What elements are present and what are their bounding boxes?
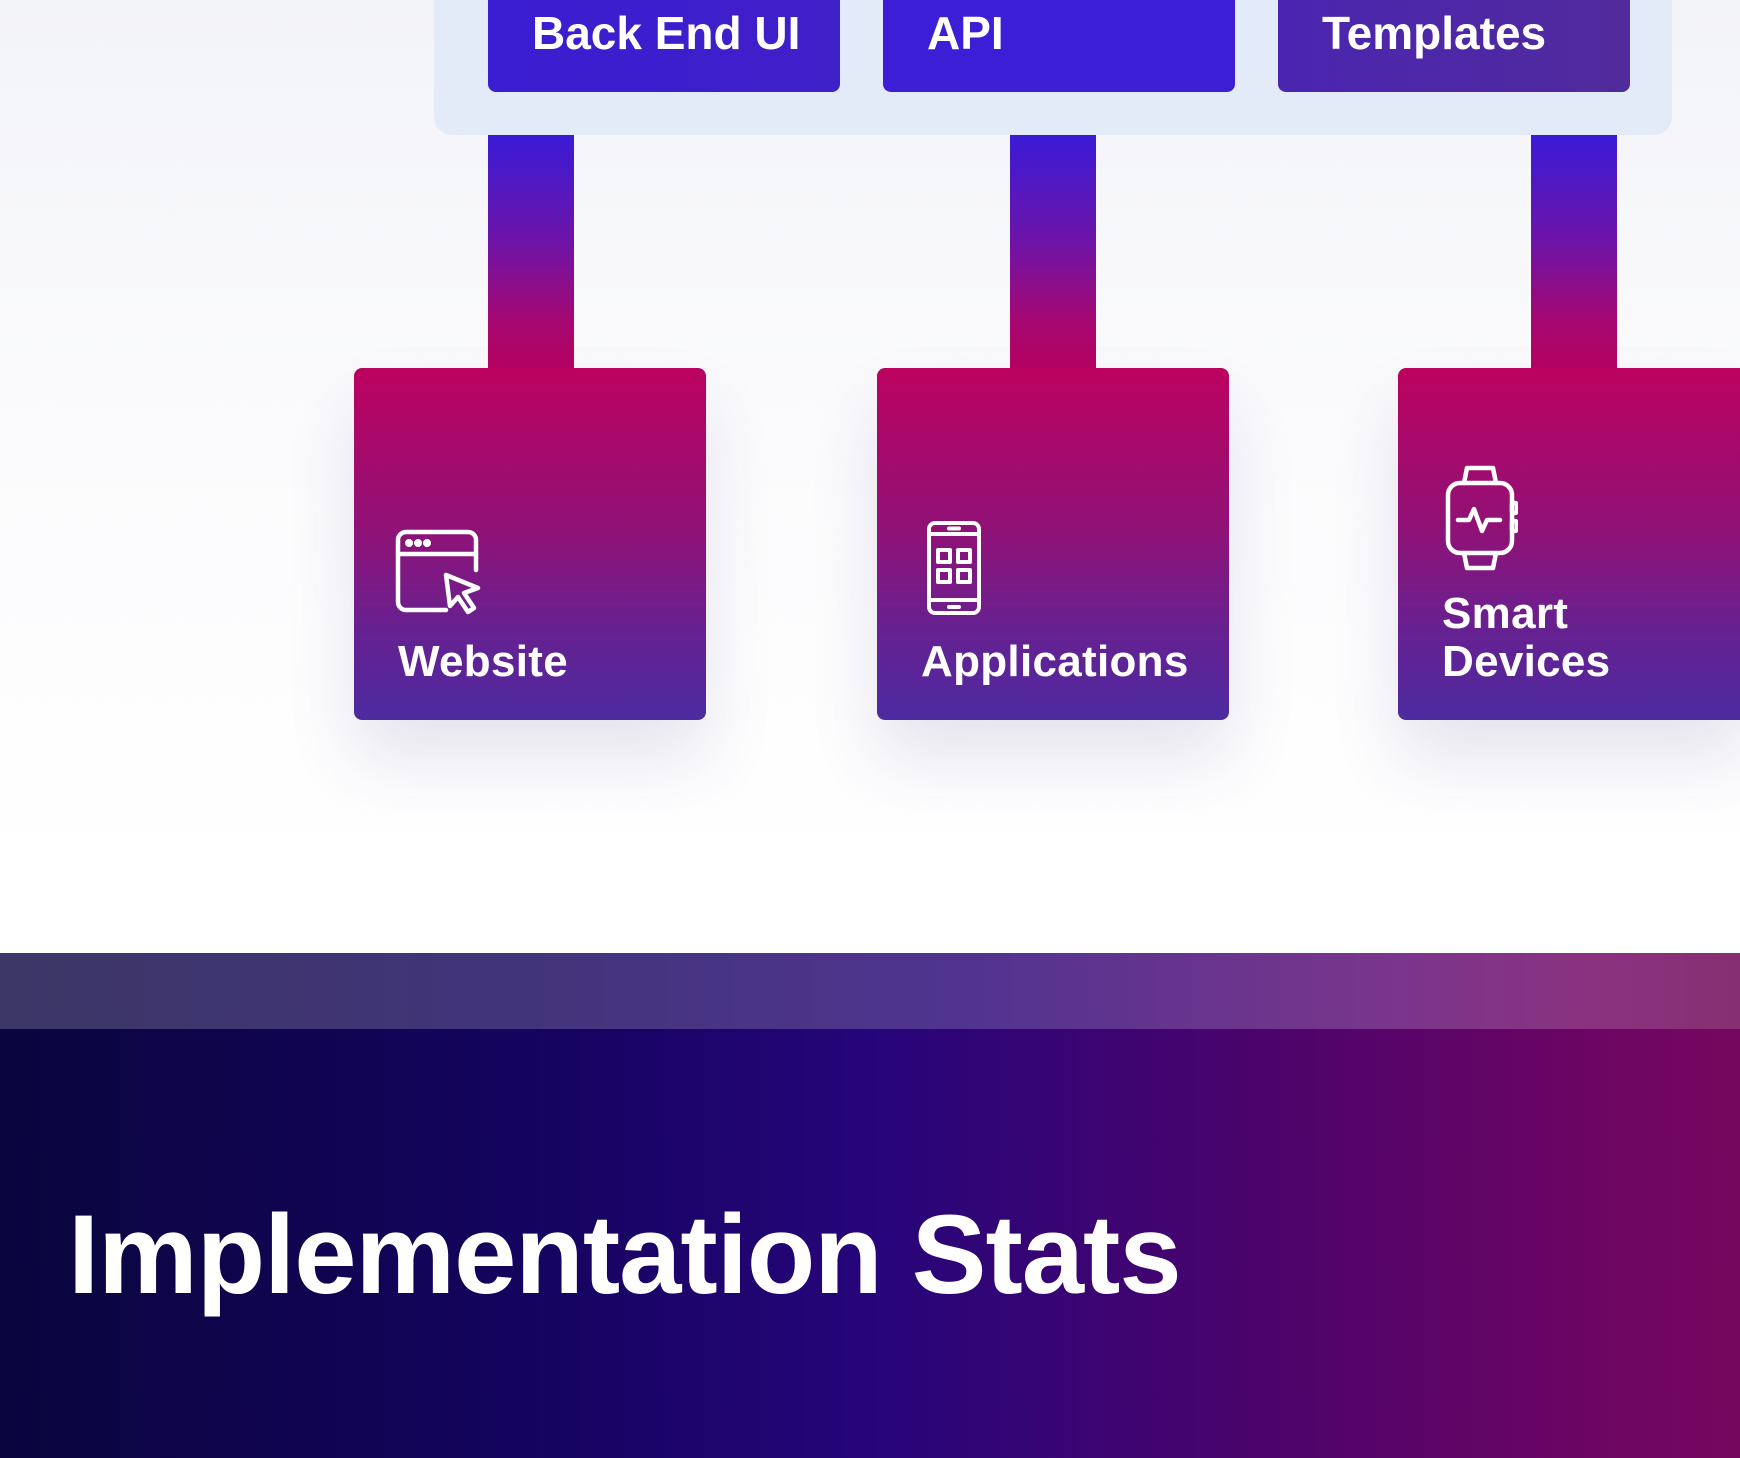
browser-cursor-icon [394,528,484,623]
connector-applications [1010,135,1096,370]
section-title: Implementation Stats [68,1192,1182,1317]
connector-website [488,135,574,370]
templates-button[interactable]: Templates [1278,0,1630,92]
mobile-app-icon [917,520,987,623]
website-label-line: Website [398,637,569,686]
smart-devices-label-line-2: Devices [1442,637,1611,686]
website-label: Website [398,638,568,686]
smartwatch-icon [1438,463,1520,578]
api-button[interactable]: API [883,0,1235,92]
website-card[interactable]: Website [354,368,706,720]
applications-label: Applications [921,638,1189,686]
smart-devices-label-line-1: Smart [1442,589,1569,638]
smart-devices-card[interactable]: Smart Devices [1398,368,1740,720]
back-end-ui-button[interactable]: Back End UI [488,0,840,92]
applications-label-line: Applications [921,637,1189,686]
applications-card[interactable]: Applications [877,368,1229,720]
smart-devices-label: Smart Devices [1442,590,1610,686]
connector-smart-devices [1531,135,1617,370]
stats-header-band [0,953,1740,1029]
